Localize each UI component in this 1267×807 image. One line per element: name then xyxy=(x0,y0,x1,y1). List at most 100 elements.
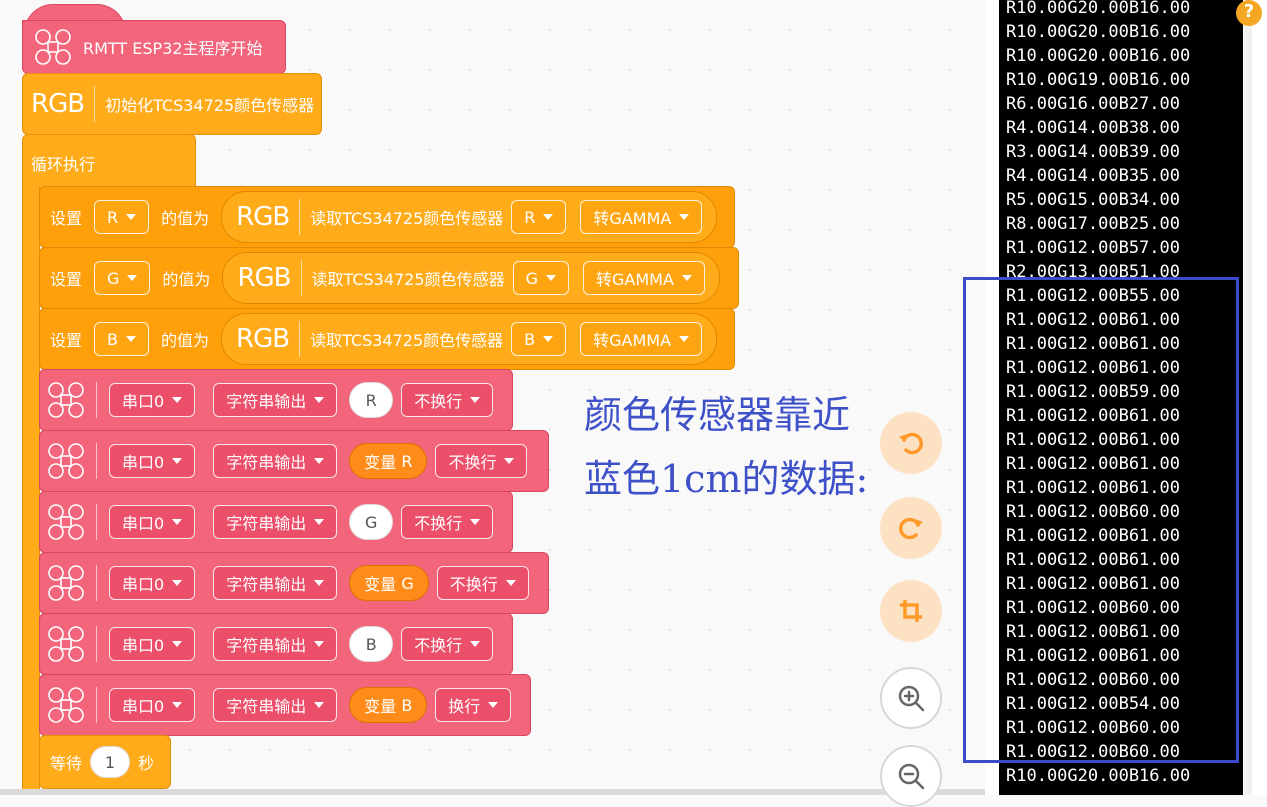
serial-line: R4.00G14.00B35.00 xyxy=(1006,166,1180,186)
output-mode-dropdown[interactable]: 字符串输出 xyxy=(213,627,338,661)
wait-seconds-input[interactable]: 1 xyxy=(90,746,131,778)
horizontal-scrollbar[interactable] xyxy=(0,789,985,795)
newline-dropdown[interactable]: 不换行 xyxy=(435,444,528,478)
variable-reporter[interactable]: 变量 B xyxy=(349,687,428,723)
serial-line: R10.00G19.00B16.00 xyxy=(1006,70,1191,90)
crop-icon xyxy=(900,600,922,622)
gamma-dropdown[interactable]: 转GAMMA xyxy=(582,261,705,295)
newline-dropdown[interactable]: 不换行 xyxy=(401,627,494,661)
drone-icon xyxy=(48,626,84,662)
main-program-label: RMTT ESP32主程序开始 xyxy=(83,39,263,58)
serial-line: R10.00G20.00B16.00 xyxy=(1006,46,1191,66)
variable-reporter[interactable]: 变量 G xyxy=(349,565,429,601)
rgb-logo: RGB xyxy=(236,324,290,354)
read-sensor-label: 读取TCS34725颜色传感器 xyxy=(311,270,505,289)
gamma-dropdown[interactable]: 转GAMMA xyxy=(580,322,703,356)
zoom-in-icon xyxy=(898,685,925,712)
set-label: 设置 xyxy=(50,331,83,350)
serial-port-dropdown[interactable]: 串口0 xyxy=(109,688,196,722)
crop-button[interactable] xyxy=(880,580,942,642)
chevron-down-icon xyxy=(172,702,183,708)
chevron-down-icon xyxy=(470,641,481,647)
set-variable-block[interactable]: 设置 B 的值为 RGB 读取TCS34725颜色传感器 B 转GAMMA xyxy=(39,308,735,370)
chevron-down-icon xyxy=(314,397,325,403)
newline-dropdown[interactable]: 不换行 xyxy=(436,566,529,600)
drone-icon xyxy=(48,504,84,540)
channel-dropdown[interactable]: B xyxy=(511,322,567,356)
read-sensor-reporter[interactable]: RGB 读取TCS34725颜色传感器 G 转GAMMA xyxy=(222,252,720,304)
divider xyxy=(96,382,97,418)
serial-port-dropdown[interactable]: 串口0 xyxy=(109,627,196,661)
serial-print-block[interactable]: 串口0 字符串输出 变量 G 不换行 xyxy=(39,552,549,614)
forever-loop-block[interactable]: 循环执行 xyxy=(22,134,196,190)
newline-dropdown[interactable]: 不换行 xyxy=(401,383,494,417)
drone-icon xyxy=(48,382,84,418)
zoom-out-icon xyxy=(898,763,925,790)
variable-dropdown[interactable]: G xyxy=(94,261,151,295)
drone-icon xyxy=(48,687,84,723)
chevron-down-icon xyxy=(543,214,554,220)
help-button[interactable]: ? xyxy=(1236,0,1262,26)
serial-line: R4.00G14.00B38.00 xyxy=(1006,118,1180,138)
assign-label: 的值为 xyxy=(161,209,210,228)
serial-port-dropdown[interactable]: 串口0 xyxy=(109,444,196,478)
undo-button[interactable] xyxy=(880,412,942,474)
variable-dropdown[interactable]: R xyxy=(94,200,150,234)
divider xyxy=(96,443,97,479)
set-variable-block[interactable]: 设置 G 的值为 RGB 读取TCS34725颜色传感器 G 转GAMMA xyxy=(39,247,739,309)
main-program-start-block[interactable]: RMTT ESP32主程序开始 xyxy=(22,20,286,74)
serial-print-block[interactable]: 串口0 字符串输出 G 不换行 xyxy=(39,491,513,553)
serial-print-block[interactable]: 串口0 字符串输出 B 不换行 xyxy=(39,613,513,675)
set-label: 设置 xyxy=(50,270,83,289)
wait-block[interactable]: 等待 1 秒 xyxy=(39,735,171,789)
init-sensor-block[interactable]: RGB 初始化TCS34725颜色传感器 xyxy=(22,73,322,135)
output-mode-dropdown[interactable]: 字符串输出 xyxy=(213,566,338,600)
serial-scrollbar[interactable] xyxy=(1244,0,1252,795)
read-sensor-reporter[interactable]: RGB 读取TCS34725颜色传感器 B 转GAMMA xyxy=(221,313,718,365)
newline-dropdown[interactable]: 不换行 xyxy=(401,505,494,539)
newline-dropdown[interactable]: 换行 xyxy=(435,688,512,722)
gamma-dropdown[interactable]: 转GAMMA xyxy=(580,200,703,234)
zoom-in-button[interactable] xyxy=(880,667,942,729)
serial-line: R1.00G12.00B57.00 xyxy=(1006,238,1180,258)
block-canvas[interactable]: RMTT ESP32主程序开始 RGB 初始化TCS34725颜色传感器 循环执… xyxy=(0,0,985,807)
variable-reporter[interactable]: 变量 R xyxy=(349,443,428,479)
output-mode-dropdown[interactable]: 字符串输出 xyxy=(213,688,338,722)
text-value-input[interactable]: R xyxy=(349,382,394,418)
read-sensor-label: 读取TCS34725颜色传感器 xyxy=(310,209,504,228)
set-variable-block[interactable]: 设置 R 的值为 RGB 读取TCS34725颜色传感器 R 转GAMMA xyxy=(39,186,735,248)
serial-print-block[interactable]: 串口0 字符串输出 变量 B 换行 xyxy=(39,674,531,736)
divider xyxy=(96,565,97,601)
chevron-down-icon xyxy=(470,397,481,403)
chevron-down-icon xyxy=(545,275,556,281)
chevron-down-icon xyxy=(470,519,481,525)
output-mode-dropdown[interactable]: 字符串输出 xyxy=(213,444,338,478)
assign-label: 的值为 xyxy=(161,331,210,350)
serial-port-dropdown[interactable]: 串口0 xyxy=(109,383,196,417)
read-sensor-reporter[interactable]: RGB 读取TCS34725颜色传感器 R 转GAMMA xyxy=(221,191,718,243)
chevron-down-icon xyxy=(681,275,692,281)
text-value-input[interactable]: G xyxy=(349,504,394,540)
serial-line: R5.00G15.00B34.00 xyxy=(1006,190,1180,210)
serial-port-dropdown[interactable]: 串口0 xyxy=(109,566,196,600)
serial-print-block[interactable]: 串口0 字符串输出 变量 R 不换行 xyxy=(39,430,549,492)
zoom-out-button[interactable] xyxy=(880,745,942,807)
redo-button[interactable] xyxy=(880,497,942,559)
output-mode-dropdown[interactable]: 字符串输出 xyxy=(213,505,338,539)
channel-dropdown[interactable]: G xyxy=(512,261,569,295)
output-mode-dropdown[interactable]: 字符串输出 xyxy=(213,383,338,417)
serial-port-dropdown[interactable]: 串口0 xyxy=(109,505,196,539)
serial-print-block[interactable]: 串口0 字符串输出 R 不换行 xyxy=(39,369,513,431)
rgb-logo: RGB xyxy=(236,202,290,232)
variable-dropdown[interactable]: B xyxy=(94,322,149,356)
serial-line: R3.00G14.00B39.00 xyxy=(1006,142,1180,162)
channel-dropdown[interactable]: R xyxy=(511,200,567,234)
chevron-down-icon xyxy=(172,458,183,464)
serial-line: R10.00G20.00B16.00 xyxy=(1006,766,1191,786)
assign-label: 的值为 xyxy=(162,270,211,289)
chevron-down-icon xyxy=(127,275,138,281)
chevron-down-icon xyxy=(504,458,515,464)
init-sensor-label: 初始化TCS34725颜色传感器 xyxy=(105,96,315,115)
text-value-input[interactable]: B xyxy=(349,626,394,662)
chevron-down-icon xyxy=(488,702,499,708)
